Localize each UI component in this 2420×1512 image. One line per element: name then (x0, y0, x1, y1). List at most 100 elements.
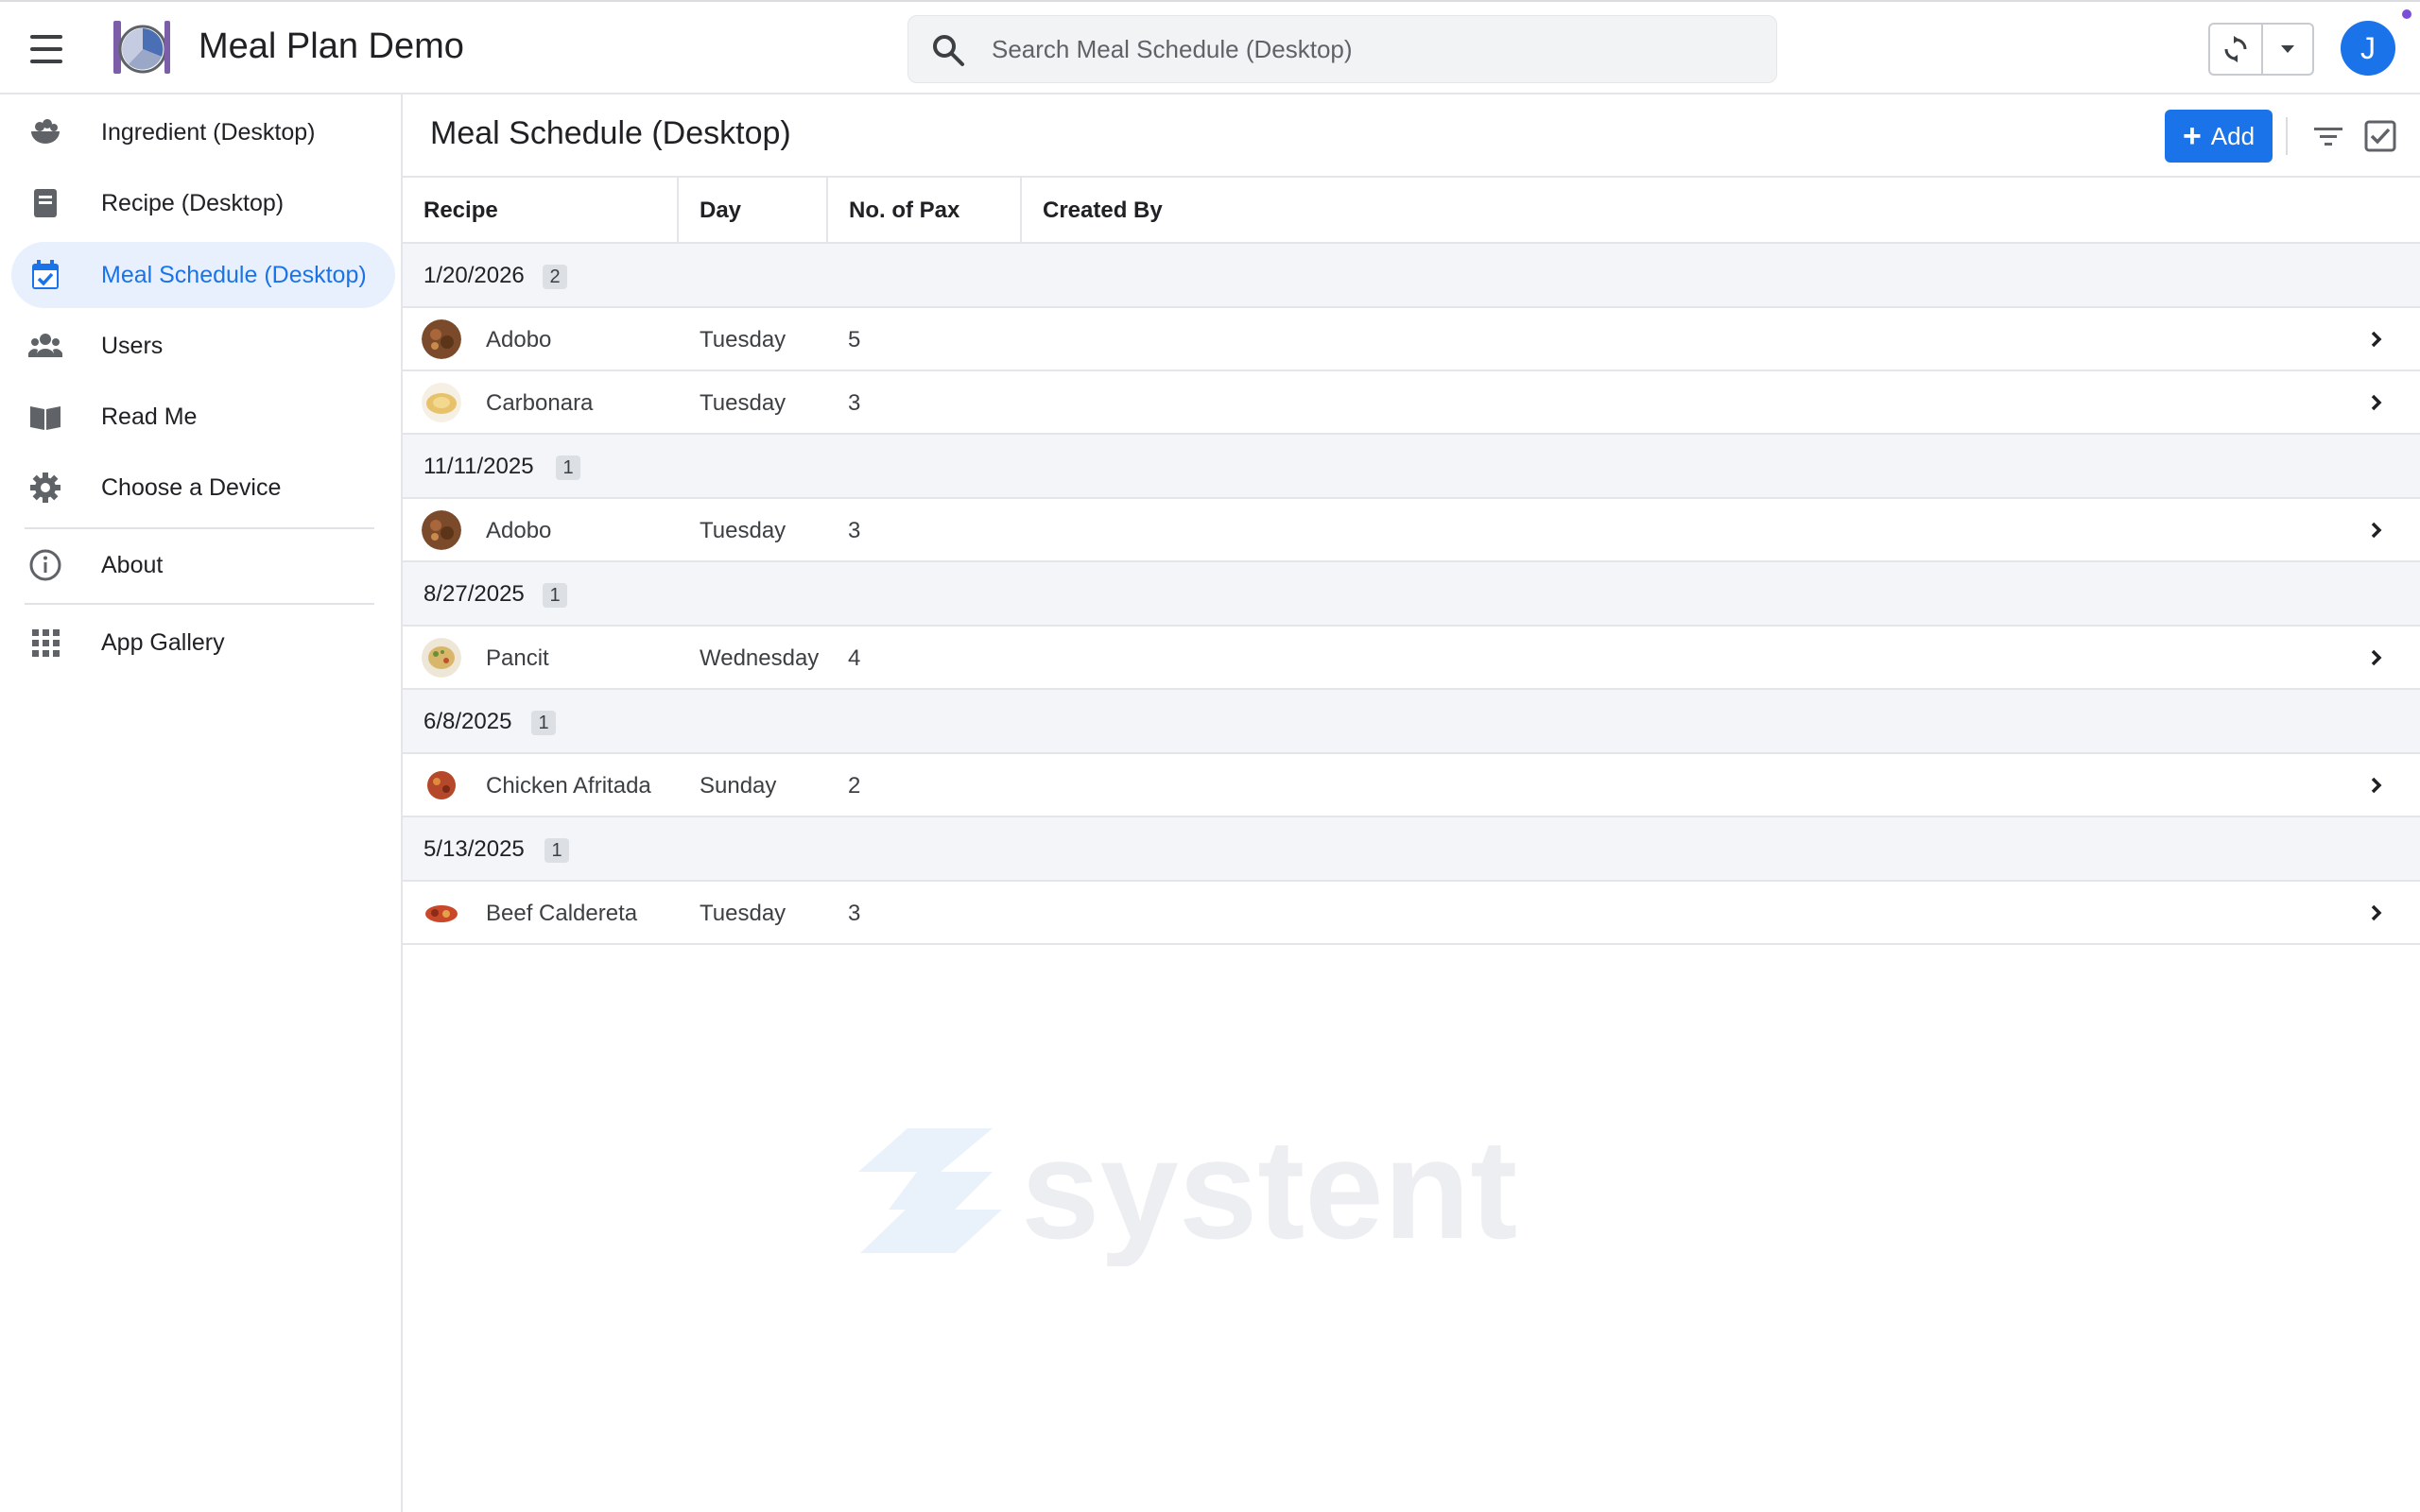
salad-bowl-icon (31, 119, 60, 144)
add-button[interactable]: + Add (2165, 110, 2273, 163)
column-header-day[interactable]: Day (679, 178, 828, 244)
sidebar-item-recipe[interactable]: Recipe (Desktop) (11, 170, 395, 236)
cell-recipe: Pancit (486, 645, 549, 671)
cell-recipe: Beef Caldereta (486, 901, 638, 926)
sidebar-item-ingredient[interactable]: Ingredient (Desktop) (11, 99, 395, 165)
recipe-thumbnail (422, 510, 461, 550)
calendar-check-icon (32, 260, 59, 289)
column-header-pax[interactable]: No. of Pax (828, 178, 1022, 244)
sync-button[interactable] (2210, 25, 2263, 74)
table-row[interactable]: Adobo Tuesday 5 (403, 308, 2420, 371)
user-avatar[interactable]: J (2341, 21, 2395, 76)
chevron-right-icon (2371, 649, 2382, 666)
column-header-recipe[interactable]: Recipe (403, 178, 679, 244)
sync-icon (2224, 36, 2247, 62)
recipe-thumbnail (422, 319, 461, 359)
sidebar-item-label: Meal Schedule (Desktop) (101, 261, 367, 288)
recipe-thumbnail (422, 638, 461, 678)
sidebar-item-about[interactable]: About (11, 532, 395, 598)
notification-dot (2402, 9, 2411, 19)
table-row[interactable]: Pancit Wednesday 4 (403, 627, 2420, 690)
chevron-right-icon (2371, 522, 2382, 539)
sidebar-divider (25, 603, 374, 605)
group-date: 11/11/2025 (424, 454, 534, 479)
filter-icon[interactable] (2310, 117, 2346, 155)
chevron-right-icon (2371, 777, 2382, 794)
sidebar-divider (25, 527, 374, 529)
search-bar[interactable] (908, 15, 1777, 83)
cell-recipe: Adobo (486, 327, 552, 352)
sidebar-item-label: Recipe (Desktop) (101, 189, 285, 216)
cell-pax: 3 (848, 901, 861, 926)
cell-recipe: Carbonara (486, 390, 594, 416)
hamburger-menu-icon[interactable] (25, 30, 68, 68)
column-header-created-by[interactable]: Created By (1022, 178, 1400, 244)
group-header-row[interactable]: 11/11/2025 1 (403, 435, 2420, 499)
sync-button-group (2208, 23, 2314, 76)
cell-pax: 4 (848, 645, 861, 671)
cell-day: Tuesday (700, 327, 786, 352)
group-header-row[interactable]: 1/20/2026 2 (403, 244, 2420, 308)
group-date: 1/20/2026 (424, 263, 525, 288)
sidebar-item-label: Choose a Device (101, 473, 282, 501)
toolbar-divider (2286, 117, 2288, 155)
group-date: 6/8/2025 (424, 709, 512, 734)
group-count-badge: 1 (543, 583, 567, 608)
recipe-thumbnail (422, 893, 461, 933)
group-date: 8/27/2025 (424, 581, 525, 607)
gear-icon (30, 472, 60, 503)
cell-pax: 5 (848, 327, 861, 352)
sidebar-item-label: Read Me (101, 403, 198, 430)
add-button-label: Add (2210, 121, 2256, 150)
sidebar-item-label: About (101, 551, 164, 578)
sidebar-item-label: App Gallery (101, 628, 225, 656)
page-title: Meal Schedule (Desktop) (430, 115, 791, 151)
group-count-badge: 1 (556, 455, 580, 480)
cell-recipe: Adobo (486, 518, 552, 543)
cell-day: Sunday (700, 773, 777, 799)
sidebar-item-users[interactable]: Users (11, 313, 395, 379)
plus-icon: + (2182, 118, 2202, 154)
app-title: Meal Plan Demo (199, 26, 464, 66)
group-header-row[interactable]: 5/13/2025 1 (403, 817, 2420, 882)
recipe-thumbnail (422, 765, 461, 805)
chevron-right-icon (2371, 394, 2382, 411)
cell-day: Wednesday (700, 645, 820, 671)
table-row[interactable]: Adobo Tuesday 3 (403, 499, 2420, 562)
cell-day: Tuesday (700, 390, 786, 416)
sidebar-item-choose-device[interactable]: Choose a Device (11, 455, 395, 521)
cell-day: Tuesday (700, 901, 786, 926)
table-row[interactable]: Carbonara Tuesday 3 (403, 371, 2420, 435)
sidebar-item-label: Users (101, 332, 164, 359)
cell-pax: 3 (848, 518, 861, 543)
sidebar-item-read-me[interactable]: Read Me (11, 384, 395, 450)
sidebar-item-meal-schedule[interactable]: Meal Schedule (Desktop) (11, 242, 395, 308)
select-mode-checkbox-icon[interactable] (2363, 119, 2397, 153)
sync-dropdown-button[interactable] (2263, 25, 2312, 74)
group-header-row[interactable]: 6/8/2025 1 (403, 690, 2420, 754)
group-header-row[interactable]: 8/27/2025 1 (403, 562, 2420, 627)
app-logo-icon (113, 21, 170, 74)
table-row[interactable]: Chicken Afritada Sunday 2 (403, 754, 2420, 817)
table-header: Recipe Day No. of Pax Created By (403, 176, 2420, 244)
cell-recipe: Chicken Afritada (486, 773, 651, 799)
grid-icon (32, 629, 60, 657)
users-icon (28, 334, 62, 357)
table-row[interactable]: Beef Caldereta Tuesday 3 (403, 882, 2420, 945)
group-date: 5/13/2025 (424, 836, 525, 862)
book-icon (34, 189, 57, 217)
sidebar-item-app-gallery[interactable]: App Gallery (11, 610, 395, 676)
open-book-icon (30, 406, 60, 430)
chevron-right-icon (2371, 331, 2382, 348)
caret-down-icon (2281, 45, 2294, 53)
group-count-badge: 1 (544, 838, 569, 863)
info-icon (29, 549, 61, 581)
sidebar-item-label: Ingredient (Desktop) (101, 118, 316, 146)
search-input[interactable] (992, 16, 1748, 82)
cell-pax: 3 (848, 390, 861, 416)
meal-schedule-table: Recipe Day No. of Pax Created By 1/20/20… (403, 176, 2420, 945)
search-icon (933, 35, 964, 66)
watermark-text: systent (1021, 1115, 1517, 1266)
top-app-bar: Meal Plan Demo J (0, 0, 2420, 94)
recipe-thumbnail (422, 383, 461, 422)
